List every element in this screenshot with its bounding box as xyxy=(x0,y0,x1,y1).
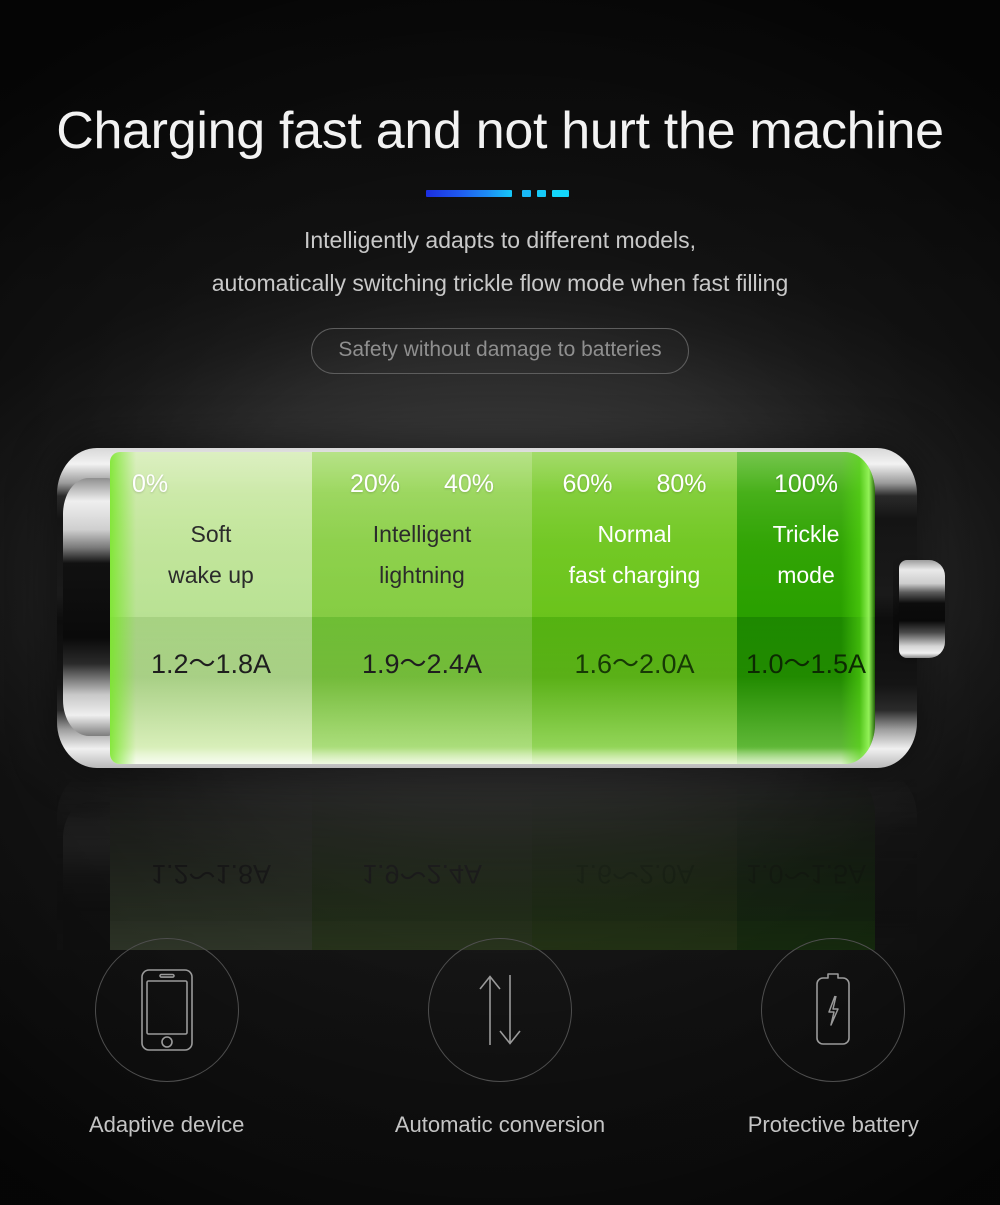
feature-label: Automatic conversion xyxy=(394,1112,606,1137)
battery-labels: 0% Soft wake up 1.2～1.8A 20% 40% Intelli… xyxy=(110,452,875,764)
divider-bar xyxy=(426,190,512,198)
up-down-arrows-icon xyxy=(472,973,528,1047)
divider-dash-2 xyxy=(537,190,546,198)
stage-2-mode: Intelligent lightning xyxy=(312,514,532,596)
feature-automatic-conversion: Automatic conversion xyxy=(333,938,666,1138)
reflection-shell xyxy=(57,770,917,950)
feature-protective-battery: Protective battery xyxy=(667,938,1000,1138)
stage-1-mode: Soft wake up xyxy=(110,514,312,596)
page-title: Charging fast and not hurt the machine xyxy=(56,102,944,160)
reflection-current-2: 1.9～2.4A xyxy=(361,859,483,889)
header-section: Charging fast and not hurt the machine I… xyxy=(0,0,1000,375)
percent-label: 60% xyxy=(562,470,613,498)
reflection-cap xyxy=(63,802,117,950)
stage-1-current: 1.2～1.8A xyxy=(150,649,272,679)
battery-illustration: 0% Soft wake up 1.2～1.8A 20% 40% Intelli… xyxy=(0,430,1000,950)
battery-stage-4: 100% Trickle mode 1.0～1.5A xyxy=(737,452,875,764)
feature-icon-circle xyxy=(761,938,906,1082)
percent-label: 40% xyxy=(444,470,495,498)
battery-stage-2: 20% 40% Intelligent lightning 1.9～2.4A xyxy=(312,452,532,764)
battery-negative-cap xyxy=(63,478,117,736)
reflection-labels: 1.2～1.8A 1.9～2.4A 1.6～2.0A 1.0～1.5A xyxy=(110,774,875,950)
page-subtitle: Intelligently adapts to different models… xyxy=(0,219,1000,304)
percent-label: 20% xyxy=(349,470,400,498)
mode-line-1: Normal xyxy=(597,521,672,547)
reflection-fill xyxy=(110,774,875,950)
battery-body: 0% Soft wake up 1.2～1.8A 20% 40% Intelli… xyxy=(57,448,951,768)
safety-badge: Safety without damage to batteries xyxy=(311,328,689,375)
percent-label: 0% xyxy=(132,470,169,498)
feature-icon-circle xyxy=(427,938,572,1082)
battery-reflection: 1.2～1.8A 1.9～2.4A 1.6～2.0A 1.0～1.5A xyxy=(57,770,917,950)
feature-label: Protective battery xyxy=(747,1112,919,1137)
divider-dash-1 xyxy=(522,190,531,198)
battery-stage-3: 60% 80% Normal fast charging 1.6～2.0A xyxy=(532,452,737,764)
reflection-current-1: 1.2～1.8A xyxy=(150,859,272,889)
battery-bolt-icon xyxy=(808,970,858,1050)
stage-3-mode: Normal fast charging xyxy=(532,514,737,596)
mode-line-1: Soft xyxy=(190,521,232,547)
mode-line-2: fast charging xyxy=(568,561,701,588)
stage-1-percents: 0% xyxy=(110,470,312,499)
battery-positive-terminal xyxy=(899,560,945,658)
stage-4-mode: Trickle mode xyxy=(737,514,875,596)
stage-3-current: 1.6～2.0A xyxy=(574,649,695,679)
subtitle-line-1: Intelligently adapts to different models… xyxy=(303,227,697,254)
feature-icon-circle xyxy=(94,938,239,1082)
feature-label: Adaptive device xyxy=(89,1112,245,1137)
mode-line-2: wake up xyxy=(168,561,254,588)
percent-label: 80% xyxy=(656,470,707,498)
feature-row: Adaptive device Automatic conversion Pro… xyxy=(0,938,1000,1138)
subtitle-line-2: automatically switching trickle flow mod… xyxy=(211,269,789,296)
divider-dash-3 xyxy=(552,190,569,198)
promo-page: Charging fast and not hurt the machine I… xyxy=(0,0,1000,1205)
decorative-divider xyxy=(426,190,574,198)
reflection-current-3: 1.6～2.0A xyxy=(574,859,695,889)
stage-2-current: 1.9～2.4A xyxy=(361,649,483,679)
mode-line-1: Trickle xyxy=(772,521,840,547)
smartphone-icon xyxy=(138,968,196,1052)
stage-3-percents: 60% 80% xyxy=(532,470,737,499)
mode-line-1: Intelligent xyxy=(372,521,472,547)
reflection-current-4: 1.0～1.5A xyxy=(745,859,867,889)
mode-line-2: mode xyxy=(777,561,835,588)
stage-4-percents: 100% xyxy=(737,470,875,499)
feature-adaptive-device: Adaptive device xyxy=(0,938,333,1138)
percent-label: 100% xyxy=(774,470,838,498)
battery-stage-1: 0% Soft wake up 1.2～1.8A xyxy=(110,452,312,764)
mode-line-2: lightning xyxy=(379,561,465,588)
stage-4-current: 1.0～1.5A xyxy=(745,649,867,679)
stage-2-percents: 20% 40% xyxy=(312,470,532,499)
